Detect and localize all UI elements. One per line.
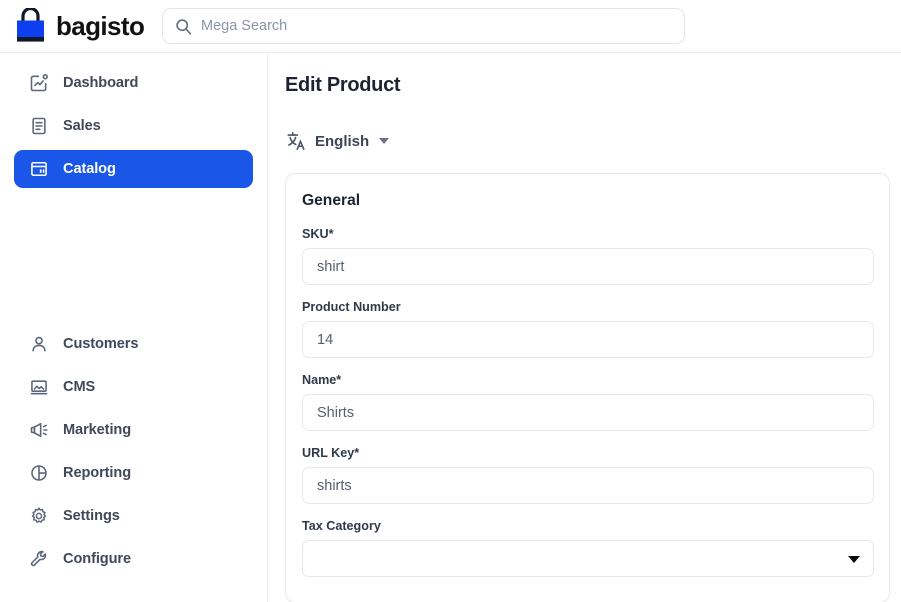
brand-name: bagisto	[56, 13, 144, 39]
product-number-input[interactable]	[302, 321, 874, 358]
sidebar-item-label: Reporting	[63, 465, 131, 481]
sidebar-item-categories[interactable]: Categories	[14, 221, 253, 249]
field-label: URL Key*	[302, 446, 873, 460]
wrench-icon	[28, 548, 50, 570]
sidebar-item-label: Customers	[63, 336, 138, 352]
field-sku: SKU*	[302, 227, 873, 285]
sidebar-item-catalog[interactable]: Catalog	[14, 150, 253, 188]
field-product-number: Product Number	[302, 300, 873, 358]
sidebar-item-reporting[interactable]: Reporting	[14, 454, 253, 492]
document-list-icon	[28, 115, 50, 137]
catalog-window-icon	[28, 158, 50, 180]
general-card: General SKU* Product Number Name* URL Ke…	[285, 173, 890, 602]
user-icon	[28, 333, 50, 355]
dashboard-chart-icon	[28, 72, 50, 94]
field-label: Name*	[302, 373, 873, 387]
card-title: General	[302, 192, 873, 210]
sidebar-item-products[interactable]: Products	[14, 193, 253, 221]
field-label: Product Number	[302, 300, 873, 314]
tax-category-select[interactable]	[302, 540, 874, 577]
brand-logo[interactable]: bagisto	[14, 8, 144, 44]
image-icon	[28, 376, 50, 398]
sidebar-item-cms[interactable]: CMS	[14, 368, 253, 406]
sidebar-item-label: Settings	[63, 508, 120, 524]
field-url-key: URL Key*	[302, 446, 873, 504]
url-key-input[interactable]	[302, 467, 874, 504]
pie-chart-icon	[28, 462, 50, 484]
catalog-submenu: Products Categories Attributes Attribute…	[14, 179, 253, 316]
field-label: SKU*	[302, 227, 873, 241]
sidebar-item-label: Dashboard	[63, 75, 138, 91]
sidebar-item-label: Configure	[63, 551, 131, 567]
field-name: Name*	[302, 373, 873, 431]
locale-label: English	[315, 133, 369, 150]
field-label: Tax Category	[302, 519, 873, 533]
search-bar[interactable]	[162, 8, 685, 44]
locale-switcher[interactable]: English	[285, 130, 389, 152]
gear-icon	[28, 505, 50, 527]
sidebar: Dashboard Sales Catalog Products Categor…	[0, 53, 268, 602]
sidebar-item-settings[interactable]: Settings	[14, 497, 253, 535]
translate-icon	[285, 130, 307, 152]
name-input[interactable]	[302, 394, 874, 431]
sidebar-item-label: Catalog	[63, 161, 116, 177]
sidebar-item-attributes[interactable]: Attributes	[14, 249, 253, 277]
shopping-bag-icon	[14, 8, 47, 44]
sidebar-item-sales[interactable]: Sales	[14, 107, 253, 145]
chevron-down-icon	[379, 138, 389, 144]
search-icon	[175, 18, 192, 35]
sidebar-item-marketing[interactable]: Marketing	[14, 411, 253, 449]
sidebar-item-customers[interactable]: Customers	[14, 325, 253, 363]
sidebar-item-attribute-families[interactable]: Attribute Families	[14, 277, 253, 305]
sku-input[interactable]	[302, 248, 874, 285]
sidebar-item-dashboard[interactable]: Dashboard	[14, 64, 253, 102]
sidebar-item-configure[interactable]: Configure	[14, 540, 253, 578]
top-header: bagisto	[0, 0, 901, 53]
sidebar-item-label: Marketing	[63, 422, 131, 438]
page-title: Edit Product	[285, 74, 901, 97]
sidebar-item-label: CMS	[63, 379, 95, 395]
megaphone-icon	[28, 419, 50, 441]
main-content: Edit Product English General SKU* Produc…	[269, 53, 901, 602]
sidebar-item-label: Sales	[63, 118, 101, 134]
search-input[interactable]	[201, 18, 672, 34]
field-tax-category: Tax Category	[302, 519, 873, 577]
